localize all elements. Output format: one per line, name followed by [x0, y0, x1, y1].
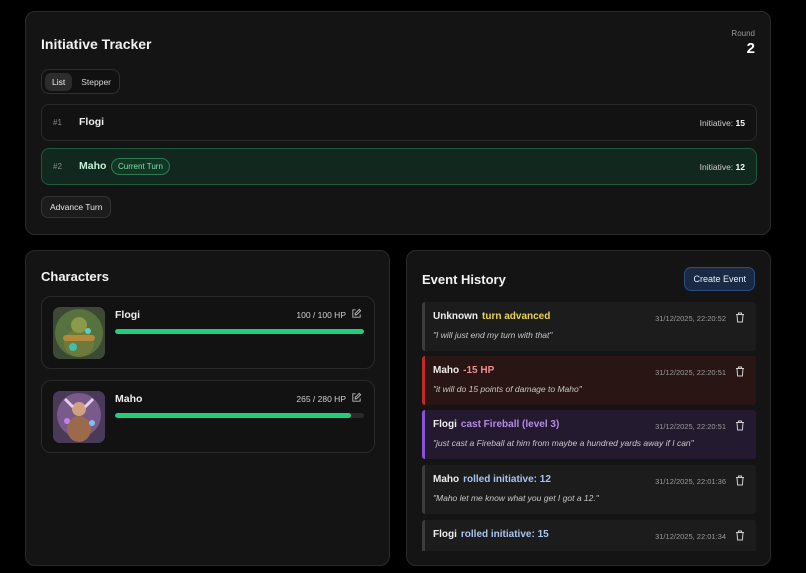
event-time: 31/12/2025, 22:20:51 [655, 368, 726, 377]
hp-bar [115, 413, 364, 418]
event-list[interactable]: Unknown turn advanced "I will just end my… [422, 302, 756, 551]
event-item: Unknown turn advanced "I will just end my… [422, 302, 756, 351]
hp-bar [115, 329, 364, 334]
event-action: rolled initiative: 12 [463, 474, 551, 485]
initiative-row-flogi[interactable]: #1 Flogi Initiative: 15 [41, 104, 757, 141]
trash-icon[interactable] [735, 420, 745, 431]
event-actor: Maho [433, 474, 460, 485]
character-card-maho[interactable]: Maho 265 / 280 HP [41, 380, 375, 453]
trash-icon[interactable] [735, 530, 745, 541]
hp-text: 100 / 100 HP [296, 310, 346, 320]
initiative-tracker-panel: Initiative Tracker Round 2 List Stepper … [25, 11, 771, 235]
character-name: Maho [115, 393, 143, 405]
initiative-tracker-title: Initiative Tracker [41, 36, 152, 52]
initiative-name: Maho [79, 160, 107, 172]
event-action: rolled initiative: 15 [460, 529, 549, 540]
initiative-value: Initiative: 12 [699, 162, 745, 172]
round-value: 2 [746, 40, 755, 57]
event-message: "just cast a Fireball at him from maybe … [433, 438, 694, 448]
trash-icon[interactable] [735, 366, 745, 377]
event-actor: Maho [433, 365, 460, 376]
avatar [53, 391, 105, 443]
event-history-title: Event History [422, 272, 506, 287]
avatar [53, 307, 105, 359]
hp-text: 265 / 280 HP [296, 394, 346, 404]
event-header: Flogi cast Fireball (level 3) [433, 419, 559, 430]
hp-bar-fill [115, 413, 351, 418]
event-action: -15 HP [463, 365, 495, 376]
event-time: 31/12/2025, 22:01:34 [655, 532, 726, 541]
character-name: Flogi [115, 309, 141, 321]
event-header: Maho rolled initiative: 12 [433, 474, 551, 485]
event-message: "I will just end my turn with that" [433, 330, 553, 340]
event-actor: Unknown [433, 311, 478, 322]
character-card-flogi[interactable]: Flogi 100 / 100 HP [41, 296, 375, 369]
tab-stepper[interactable]: Stepper [74, 73, 118, 91]
event-history-panel: Event History Create Event Unknown turn a… [406, 250, 771, 566]
characters-title: Characters [41, 269, 109, 284]
event-time: 31/12/2025, 22:01:36 [655, 477, 726, 486]
event-header: Unknown turn advanced [433, 311, 550, 322]
advance-turn-button[interactable]: Advance Turn [41, 196, 112, 218]
event-time: 31/12/2025, 22:20:52 [655, 314, 726, 323]
event-item: Maho rolled initiative: 12 "Maho let me k… [422, 465, 756, 514]
initiative-order: #2 [53, 162, 62, 171]
view-toggle: List Stepper [41, 69, 120, 94]
event-header: Flogi rolled initiative: 15 [433, 529, 549, 540]
tab-list[interactable]: List [45, 72, 73, 91]
trash-icon[interactable] [735, 475, 745, 486]
characters-panel: Characters Flogi 100 / 100 HP Maho 265 /… [25, 250, 390, 566]
edit-icon[interactable] [351, 392, 362, 403]
event-action: cast Fireball (level 3) [460, 419, 560, 430]
event-item: Flogi cast Fireball (level 3) "just cast … [422, 410, 756, 459]
initiative-value: Initiative: 15 [699, 118, 745, 128]
edit-icon[interactable] [351, 308, 362, 319]
event-item: Flogi rolled initiative: 15 31/12/2025, 2… [422, 520, 756, 551]
round-label: Round [731, 29, 755, 38]
create-event-button[interactable]: Create Event [684, 267, 755, 291]
event-message: "Maho let me know what you get I got a 1… [433, 493, 599, 503]
event-actor: Flogi [433, 419, 457, 430]
event-header: Maho -15 HP [433, 365, 494, 376]
trash-icon[interactable] [735, 312, 745, 323]
event-item: Maho -15 HP "it will do 15 points of dama… [422, 356, 756, 405]
initiative-name: Flogi [79, 116, 105, 128]
event-actor: Flogi [433, 529, 457, 540]
hp-bar-fill [115, 329, 364, 334]
current-turn-badge: Current Turn [111, 158, 170, 175]
initiative-row-maho[interactable]: #2 Maho Current Turn Initiative: 12 [41, 148, 757, 185]
event-action: turn advanced [482, 311, 551, 322]
event-time: 31/12/2025, 22:20:51 [655, 422, 726, 431]
initiative-order: #1 [53, 118, 62, 127]
event-message: "it will do 15 points of damage to Maho" [433, 384, 582, 394]
